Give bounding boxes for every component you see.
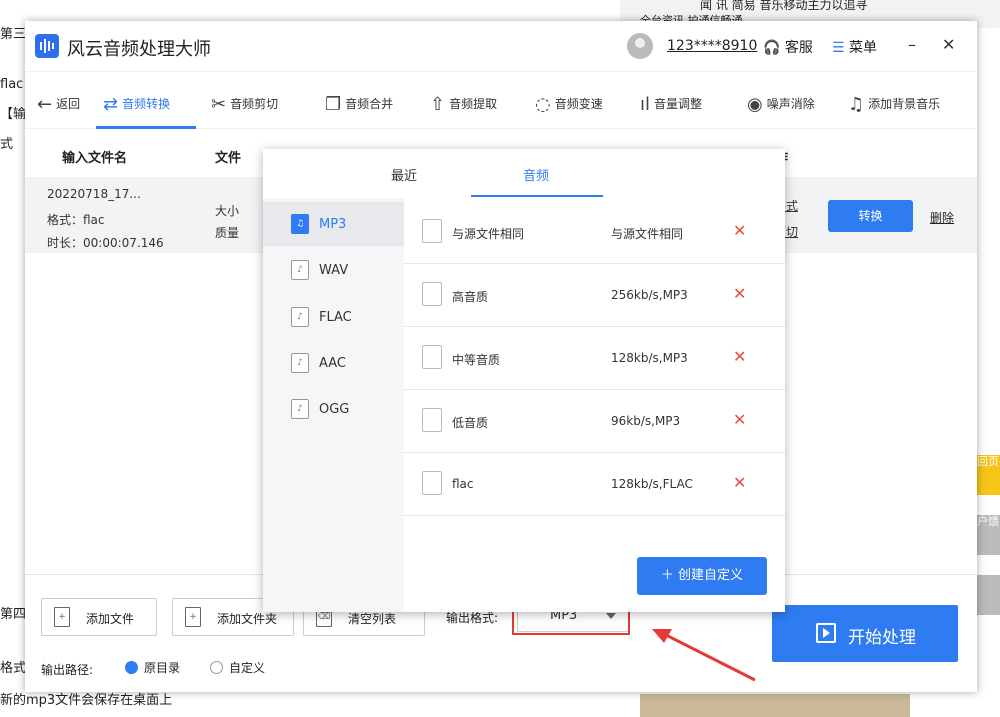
delete-link[interactable]: 删除	[930, 209, 954, 226]
file-icon: ♪	[291, 260, 309, 280]
avatar[interactable]	[627, 33, 653, 59]
tool-add-bgm[interactable]: ♫ 添加背景音乐	[848, 92, 940, 115]
format-item-wav[interactable]: ♪ WAV	[263, 248, 404, 292]
merge-icon: ❐	[325, 94, 342, 115]
background-text: flac	[0, 77, 24, 92]
start-process-button[interactable]: 开始处理	[772, 605, 958, 662]
popup-tab-underline	[471, 195, 603, 197]
music-icon: ♫	[848, 94, 865, 115]
format-list: ♫ MP3 ♪ WAV ♪ FLAC ♪ AAC ♪ OGG	[263, 198, 404, 612]
tab-audio[interactable]: 音频	[523, 165, 549, 184]
path-custom-radio[interactable]: 自定义	[210, 659, 265, 676]
app-title: 风云音频处理大师	[67, 39, 211, 60]
file-duration: 时长：00:00:07.146	[47, 236, 164, 250]
speed-icon: ◌	[535, 94, 551, 115]
menu-label: 菜单	[849, 40, 878, 56]
path-original-radio[interactable]: 原目录	[125, 659, 180, 676]
music-note-icon: ♫	[291, 214, 309, 234]
background-side-tab[interactable]: 户馈	[976, 515, 1000, 555]
play-icon	[816, 623, 836, 643]
menu-button[interactable]: ☰ 菜单	[832, 37, 877, 57]
red-arrow-annotation	[652, 629, 756, 682]
arrow-left-icon: ←	[37, 94, 53, 115]
title-bar: 风云音频处理大师 123****8910 🎧 客服 ☰ 菜单 – ✕	[25, 21, 977, 72]
app-window: 风云音频处理大师 123****8910 🎧 客服 ☰ 菜单 – ✕ ← 返回 ⇄…	[25, 21, 977, 692]
tab-recent[interactable]: 最近	[391, 165, 417, 184]
header-fileinfo: 文件	[215, 151, 242, 166]
volume-icon: ıl	[640, 94, 651, 115]
customer-service-button[interactable]: 🎧 客服	[763, 37, 813, 57]
format-popup: 最近 音频 ♫ MP3 ♪ WAV ♪ FLAC ♪ AAC ♪ OGG 与源文件相同 与源…	[263, 149, 785, 612]
file-icon: ♪	[291, 307, 309, 327]
source-file-icon	[422, 219, 442, 243]
quality-option[interactable]: 中等音质 128kb/s,MP3 ✕	[404, 327, 785, 390]
file-add-icon: +	[54, 607, 70, 627]
file-size: 大小	[215, 204, 240, 218]
tool-audio-cut[interactable]: ✂ 音频剪切	[211, 92, 278, 115]
close-icon[interactable]: ✕	[733, 347, 746, 366]
source-file-icon	[422, 471, 442, 495]
file-icon: ♪	[291, 399, 309, 419]
app-logo-icon	[35, 34, 59, 58]
file-quality: 质量	[215, 226, 240, 240]
close-button[interactable]: ✕	[942, 35, 955, 54]
service-label: 客服	[784, 40, 813, 56]
account-link[interactable]: 123****8910	[667, 38, 757, 54]
format-item-ogg[interactable]: ♪ OGG	[263, 387, 404, 431]
background-image	[640, 694, 910, 717]
tool-audio-speed[interactable]: ◌ 音频变速	[535, 92, 603, 115]
source-file-icon	[422, 345, 442, 369]
source-file-icon	[422, 282, 442, 306]
format-item-flac[interactable]: ♪ FLAC	[263, 295, 404, 339]
extract-icon: ⇧	[430, 94, 446, 115]
convert-button[interactable]: 转换	[828, 200, 913, 232]
menu-icon: ☰	[832, 40, 845, 56]
tool-volume-adjust[interactable]: ıl 音量调整	[640, 92, 702, 115]
background-text: 第三	[0, 27, 27, 42]
background-text: 第四	[0, 607, 27, 622]
background-text: 式	[0, 137, 14, 152]
tool-audio-merge[interactable]: ❐ 音频合并	[325, 92, 393, 115]
close-icon[interactable]: ✕	[733, 221, 746, 240]
background-side-tab[interactable]: 回页	[976, 455, 1000, 495]
format-item-aac[interactable]: ♪ AAC	[263, 341, 404, 385]
quality-option[interactable]: flac 128kb/s,FLAC ✕	[404, 453, 785, 516]
back-button[interactable]: ← 返回	[37, 92, 80, 115]
convert-icon: ⇄	[103, 94, 119, 115]
tool-noise-removal[interactable]: ◉ 噪声消除	[747, 92, 815, 115]
scissors-icon: ✂	[211, 94, 227, 115]
file-format: 格式：flac	[47, 213, 105, 227]
source-file-icon	[422, 408, 442, 432]
background-side-tab[interactable]	[976, 575, 1000, 615]
file-icon: ♪	[291, 353, 309, 373]
format-item-mp3[interactable]: ♫ MP3	[263, 202, 404, 246]
quality-option[interactable]: 低音质 96kb/s,MP3 ✕	[404, 390, 785, 453]
tool-audio-extract[interactable]: ⇧ 音频提取	[430, 92, 497, 115]
create-custom-button[interactable]: ＋ 创建自定义	[637, 557, 767, 595]
close-icon[interactable]: ✕	[733, 284, 746, 303]
minimize-button[interactable]: –	[908, 35, 916, 54]
background-text: 【输	[0, 107, 27, 122]
add-file-button[interactable]: + 添加文件	[41, 598, 157, 636]
folder-add-icon: +	[185, 607, 201, 627]
file-name: 20220718_17...	[47, 187, 141, 201]
noise-icon: ◉	[747, 94, 763, 115]
close-icon[interactable]: ✕	[733, 410, 746, 429]
toolbar: ← 返回 ⇄ 音频转换 ✂ 音频剪切 ❐ 音频合并 ⇧ 音频提取 ◌ 音频变速 ıl 音量调整…	[25, 72, 977, 129]
quality-option[interactable]: 与源文件相同 与源文件相同 ✕	[404, 201, 785, 264]
close-icon[interactable]: ✕	[733, 473, 746, 492]
tool-audio-convert[interactable]: ⇄ 音频转换	[103, 92, 170, 115]
headset-icon: 🎧	[763, 40, 781, 56]
quality-option[interactable]: 高音质 256kb/s,MP3 ✕	[404, 264, 785, 327]
output-path-label: 输出路径:	[41, 663, 94, 677]
header-filename: 输入文件名	[62, 151, 128, 166]
